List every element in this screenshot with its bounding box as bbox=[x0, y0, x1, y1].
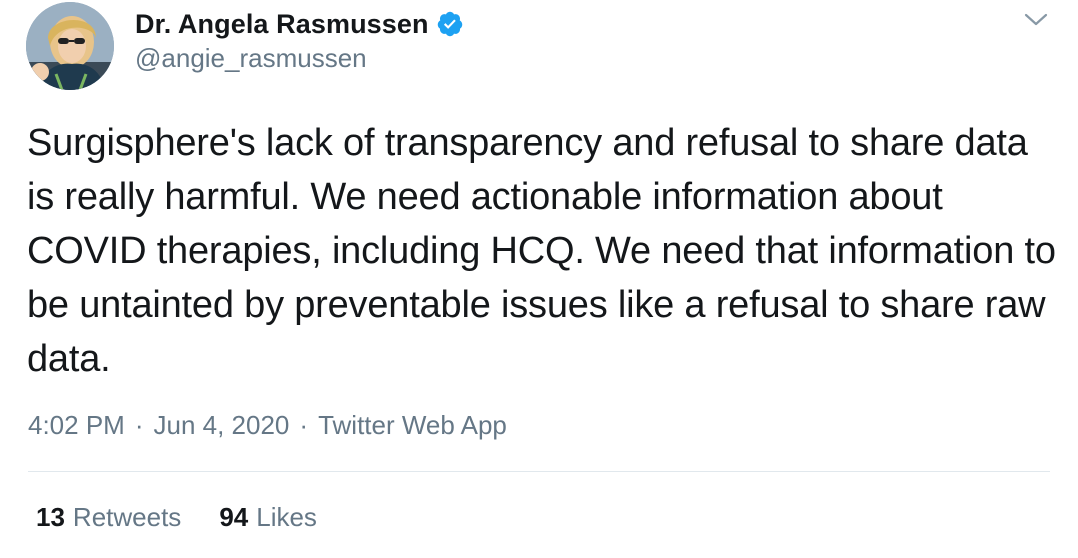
tweet-time[interactable]: 4:02 PM bbox=[28, 410, 125, 441]
tweet-meta: 4:02 PM · Jun 4, 2020 · Twitter Web App bbox=[28, 410, 507, 441]
likes-count: 94 bbox=[219, 502, 249, 532]
retweets-stat[interactable]: 13 Retweets bbox=[36, 502, 181, 533]
user-handle[interactable]: @angie_rasmussen bbox=[135, 43, 464, 74]
avatar[interactable] bbox=[26, 2, 114, 90]
tweet-stats: 13 Retweets 94 Likes bbox=[36, 502, 317, 533]
meta-separator: · bbox=[134, 410, 144, 440]
chevron-down-icon[interactable] bbox=[1024, 10, 1048, 30]
name-row: Dr. Angela Rasmussen bbox=[135, 6, 464, 42]
meta-separator: · bbox=[299, 410, 309, 440]
retweets-label: Retweets bbox=[72, 502, 182, 532]
author-block[interactable]: Dr. Angela Rasmussen @angie_rasmussen bbox=[135, 6, 464, 74]
tweet-card: Dr. Angela Rasmussen @angie_rasmussen Su… bbox=[0, 0, 1078, 558]
likes-stat[interactable]: 94 Likes bbox=[219, 502, 317, 533]
profile-photo bbox=[26, 2, 114, 90]
tweet-source[interactable]: Twitter Web App bbox=[318, 410, 507, 441]
likes-label: Likes bbox=[256, 502, 317, 532]
display-name[interactable]: Dr. Angela Rasmussen bbox=[135, 9, 429, 40]
verified-badge-icon bbox=[436, 10, 464, 38]
divider bbox=[28, 471, 1050, 472]
retweets-count: 13 bbox=[36, 502, 65, 532]
tweet-date[interactable]: Jun 4, 2020 bbox=[154, 410, 290, 441]
tweet-text: Surgisphere's lack of transparency and r… bbox=[27, 122, 1056, 380]
